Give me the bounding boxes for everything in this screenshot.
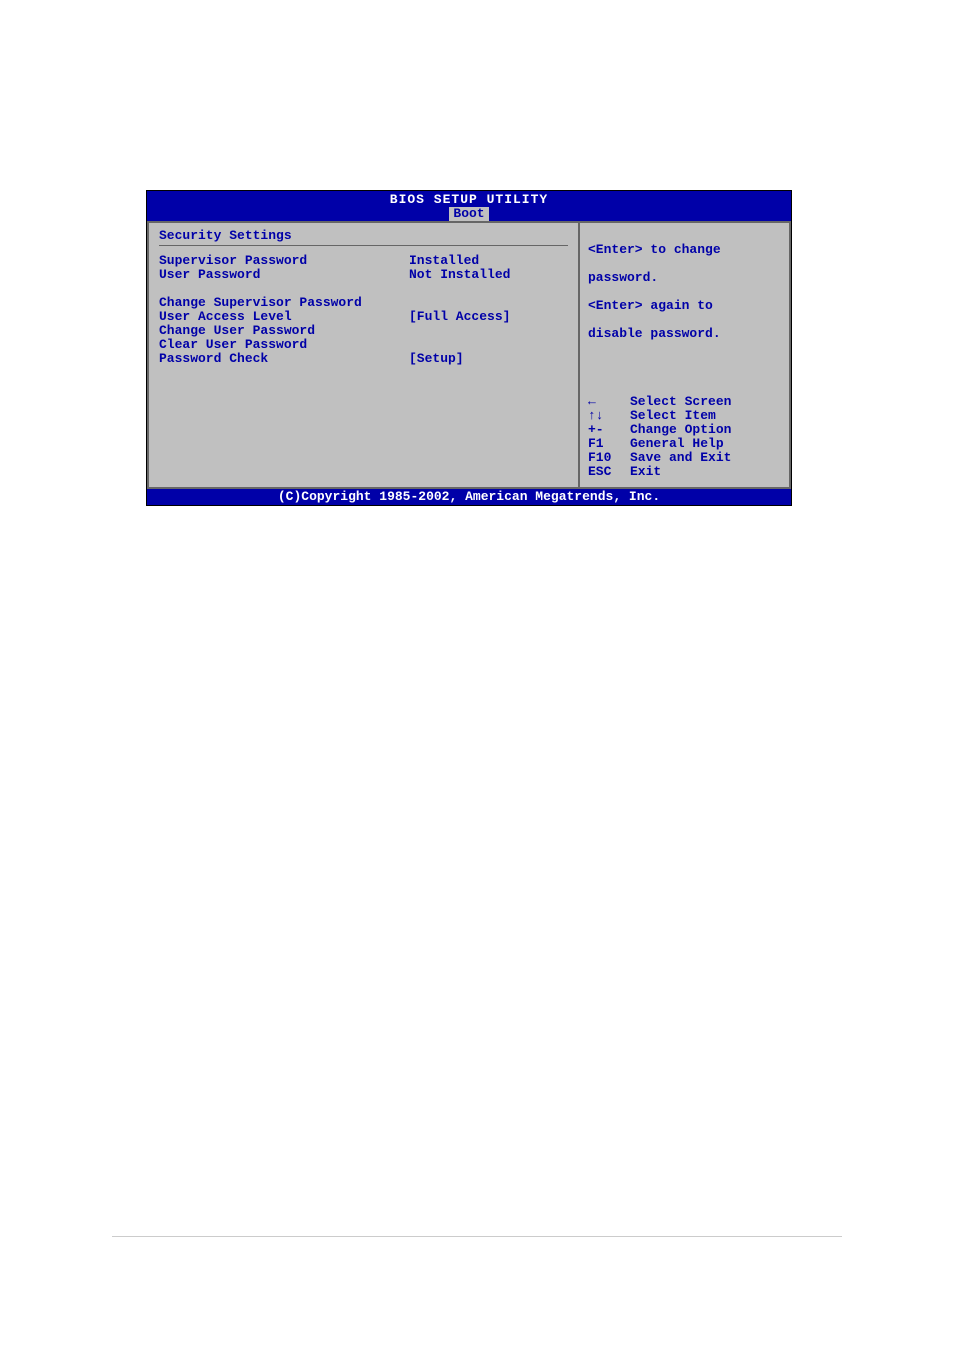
action-label: Password Check: [159, 352, 409, 366]
setting-value: Not Installed: [409, 268, 510, 282]
nav-legend: ← Select Screen ↑↓ Select Item +- Change…: [588, 355, 781, 479]
nav-change-option: +- Change Option: [588, 423, 781, 437]
nav-key: F1: [588, 437, 630, 451]
nav-key: +-: [588, 423, 630, 437]
nav-desc: Exit: [630, 465, 661, 479]
nav-general-help: F1 General Help: [588, 437, 781, 451]
help-pane: <Enter> to change password. <Enter> agai…: [579, 221, 791, 489]
nav-key: F10: [588, 451, 630, 465]
help-line: password.: [588, 271, 781, 285]
setting-label: User Password: [159, 268, 409, 282]
title-bar: BIOS SETUP UTILITY Boot: [147, 191, 791, 221]
setting-supervisor-password: Supervisor Password Installed: [159, 254, 568, 268]
nav-desc: Select Screen: [630, 395, 731, 409]
page-divider: [112, 1236, 842, 1237]
help-text: <Enter> to change password. <Enter> agai…: [588, 229, 781, 355]
bios-window: BIOS SETUP UTILITY Boot Security Setting…: [146, 190, 792, 506]
setting-label: Supervisor Password: [159, 254, 409, 268]
action-value: [Setup]: [409, 352, 464, 366]
action-user-access-level[interactable]: User Access Level [Full Access]: [159, 310, 568, 324]
action-password-check[interactable]: Password Check [Setup]: [159, 352, 568, 366]
action-label: User Access Level: [159, 310, 409, 324]
nav-exit: ESC Exit: [588, 465, 781, 479]
updown-arrow-icon: ↑↓: [588, 409, 630, 423]
nav-save-exit: F10 Save and Exit: [588, 451, 781, 465]
help-line: disable password.: [588, 327, 781, 341]
left-arrow-icon: ←: [588, 395, 630, 409]
copyright-footer: (C)Copyright 1985-2002, American Megatre…: [147, 489, 791, 505]
action-label: Change User Password: [159, 324, 409, 338]
nav-key: ESC: [588, 465, 630, 479]
nav-desc: Save and Exit: [630, 451, 731, 465]
tab-boot[interactable]: Boot: [449, 207, 488, 221]
nav-desc: General Help: [630, 437, 724, 451]
window-title: BIOS SETUP UTILITY: [147, 193, 791, 207]
action-change-user-password[interactable]: Change User Password: [159, 324, 568, 338]
action-clear-user-password[interactable]: Clear User Password: [159, 338, 568, 352]
nav-select-screen: ← Select Screen: [588, 395, 781, 409]
nav-desc: Change Option: [630, 423, 731, 437]
help-line: <Enter> to change: [588, 243, 781, 257]
help-line: <Enter> again to: [588, 299, 781, 313]
setting-user-password: User Password Not Installed: [159, 268, 568, 282]
nav-desc: Select Item: [630, 409, 716, 423]
action-label: Clear User Password: [159, 338, 409, 352]
action-label: Change Supervisor Password: [159, 296, 409, 310]
setting-value: Installed: [409, 254, 479, 268]
section-header: Security Settings: [159, 229, 568, 246]
nav-select-item: ↑↓ Select Item: [588, 409, 781, 423]
action-value: [Full Access]: [409, 310, 510, 324]
settings-pane: Security Settings Supervisor Password In…: [147, 221, 579, 489]
action-change-supervisor-password[interactable]: Change Supervisor Password: [159, 296, 568, 310]
